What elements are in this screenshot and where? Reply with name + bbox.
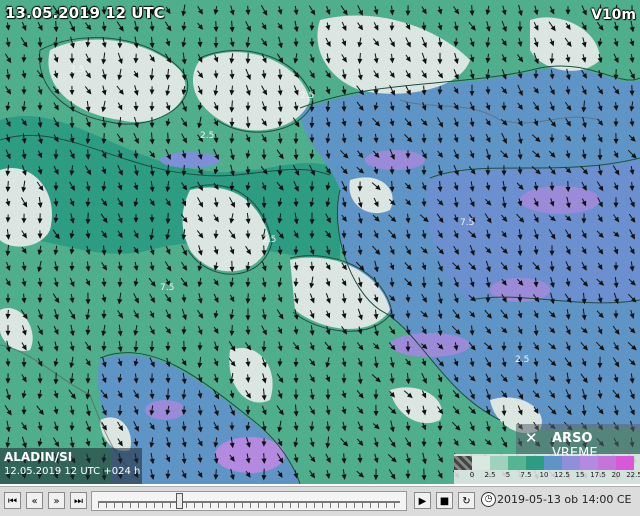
valid-time-label: 2019-05-13 ob 14:00 CE [497,493,631,506]
legend-swatch [508,456,526,470]
legend-swatch [598,456,616,470]
clock-icon: ◷ [481,492,496,507]
loop-button[interactable]: ↻ [458,492,475,509]
legend-swatch [580,456,598,470]
legend-labels: 0 2.5 5 7.5 10 12.5 15 17.5 20 22.5 [454,471,640,483]
wind-speed-legend: 0 2.5 5 7.5 10 12.5 15 17.5 20 22.5 [454,454,640,484]
legend-label: 22.5 [626,471,640,479]
contour-label: 2.5 [200,131,214,141]
contour-label: 2.5 [70,65,84,75]
legend-swatch [526,456,544,470]
satellite-icon: ✕ [525,430,538,446]
next-frame-button[interactable]: » [48,492,65,509]
logo-brand: ARSO [552,431,593,446]
legend-label: 5 [506,471,510,479]
legend-swatch [616,456,634,470]
legend-swatch [562,456,580,470]
model-run-info: 12.05.2019 12 UTC +024 h [4,466,140,477]
legend-swatch [490,456,508,470]
arso-logo[interactable]: ✕ ARSO VREME [516,424,640,454]
legend-swatch [472,456,490,470]
contour-label: 7.5 [460,218,474,228]
stop-button[interactable]: ■ [436,492,453,509]
play-button[interactable]: ▶ [414,492,431,509]
first-frame-button[interactable]: ⏮ [4,492,21,509]
previous-frame-button[interactable]: « [26,492,43,509]
legend-swatch [544,456,562,470]
variable-label: V10m [591,7,636,23]
legend-label: 2.5 [484,471,495,479]
slider-thumb[interactable] [176,493,183,509]
forecast-map[interactable]: 2.52.52.52.57.52.57.5 13.05.2019 12 UTC … [0,0,640,484]
wind-field-map: 2.5 2.5 2.5 2.5 7.5 2.5 7.5 [0,0,640,484]
frame-slider[interactable] [91,491,407,511]
contour-label: 2.5 [515,355,529,365]
legend-label: 20 [612,471,621,479]
contour-label: 2.5 [262,235,276,245]
legend-swatches [454,456,634,470]
legend-label: 7.5 [520,471,531,479]
legend-label: 10 [540,471,549,479]
contour-label: 2.5 [300,91,314,101]
legend-label: 17.5 [590,471,606,479]
run-time-label: 13.05.2019 12 UTC [5,4,165,22]
forecast-viewer: 2.52.52.52.57.52.57.5 13.05.2019 12 UTC … [0,0,640,515]
model-info-box: ALADIN/SI 12.05.2019 12 UTC +024 h [0,448,142,484]
contour-label: 7.5 [160,283,174,293]
legend-label: 15 [576,471,585,479]
slider-ticks [98,503,400,508]
legend-label: 12.5 [554,471,570,479]
model-name: ALADIN/SI [4,450,72,464]
last-frame-button[interactable]: ⏭ [70,492,87,509]
legend-label: 0 [470,471,474,479]
animation-toolbar: ⏮ « » ⏭ ▶ ■ ↻ ◷ 2019-05-13 ob 14:00 CE [0,486,640,516]
legend-swatch [454,456,472,470]
